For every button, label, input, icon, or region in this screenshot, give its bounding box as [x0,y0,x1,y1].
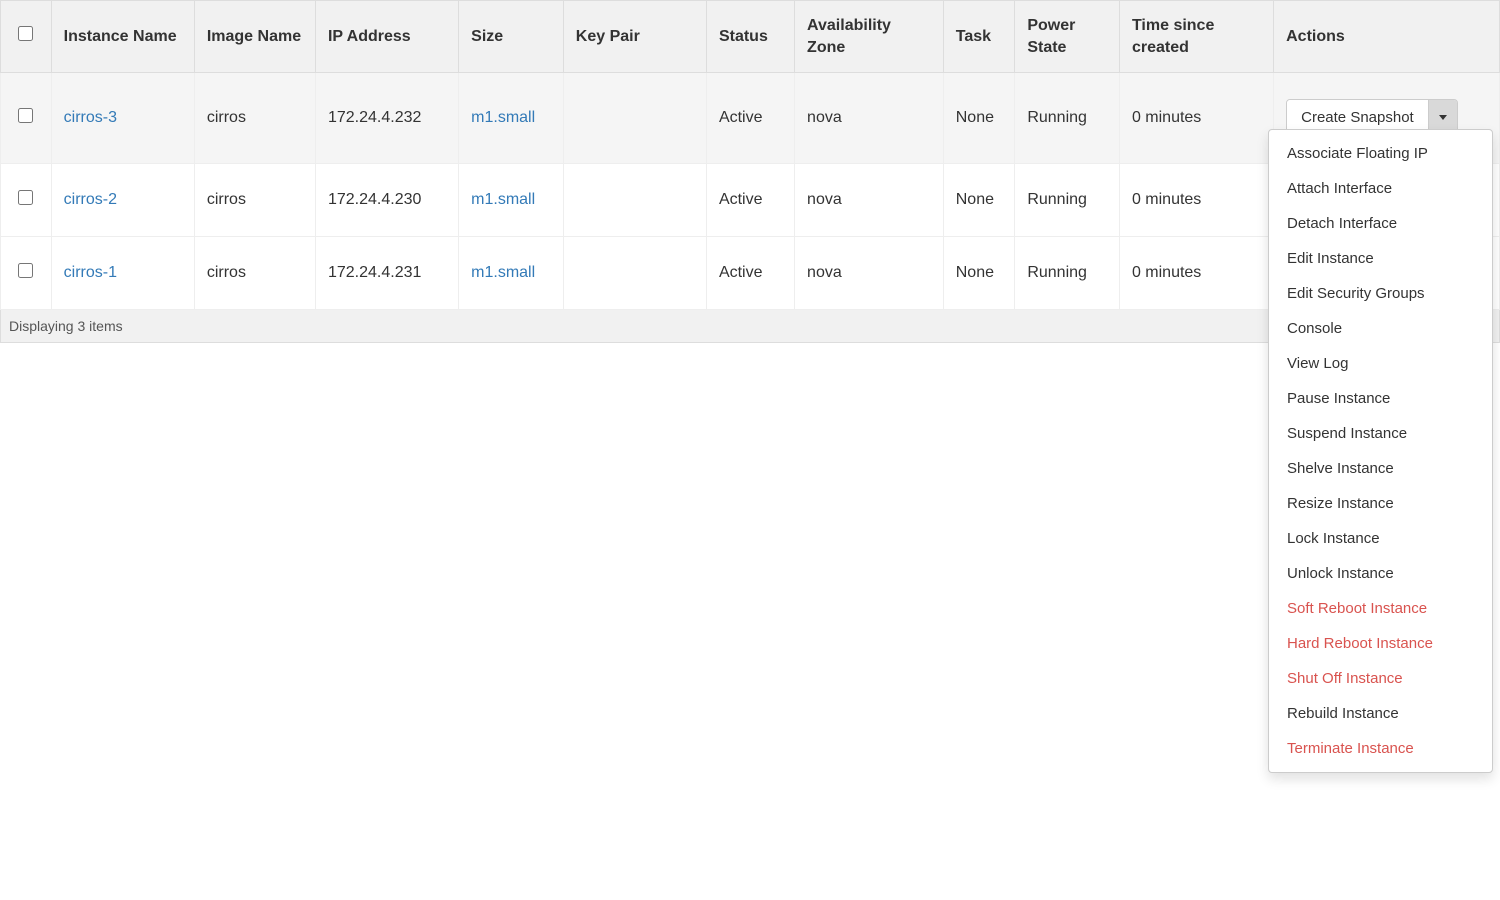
image-name-cell: cirros [194,163,315,236]
dropdown-item[interactable]: Detach Interface [1269,206,1492,241]
dropdown-item[interactable]: Terminate Instance [1269,731,1492,766]
dropdown-item[interactable]: Pause Instance [1269,381,1492,416]
dropdown-item[interactable]: Shelve Instance [1269,451,1492,486]
dropdown-item[interactable]: Edit Instance [1269,241,1492,276]
power-state-cell: Running [1015,163,1120,236]
time-since-created-cell: 0 minutes [1119,163,1273,236]
dropdown-item[interactable]: Lock Instance [1269,521,1492,556]
availability-zone-cell: nova [795,163,944,236]
caret-down-icon [1439,115,1447,120]
header-task[interactable]: Task [943,1,1015,73]
dropdown-item[interactable]: Rebuild Instance [1269,696,1492,731]
dropdown-item[interactable]: Console [1269,311,1492,346]
header-instance-name[interactable]: Instance Name [51,1,194,73]
header-status[interactable]: Status [706,1,794,73]
dropdown-item[interactable]: Edit Security Groups [1269,276,1492,311]
size-link[interactable]: m1.small [471,264,535,281]
time-since-created-cell: 0 minutes [1119,73,1273,164]
header-actions: Actions [1274,1,1500,73]
size-link[interactable]: m1.small [471,109,535,126]
dropdown-item[interactable]: Soft Reboot Instance [1269,591,1492,626]
instances-table: Instance Name Image Name IP Address Size… [0,0,1500,310]
instance-name-link[interactable]: cirros-2 [64,191,117,208]
status-cell: Active [706,73,794,164]
dropdown-item[interactable]: Suspend Instance [1269,416,1492,451]
availability-zone-cell: nova [795,236,944,309]
size-link[interactable]: m1.small [471,191,535,208]
table-header-row: Instance Name Image Name IP Address Size… [1,1,1500,73]
power-state-cell: Running [1015,236,1120,309]
ip-address-cell: 172.24.4.231 [315,236,458,309]
displaying-count: Displaying 3 items [9,318,123,334]
status-cell: Active [706,163,794,236]
status-cell: Active [706,236,794,309]
dropdown-item[interactable]: View Log [1269,346,1492,381]
dropdown-item[interactable]: Shut Off Instance [1269,661,1492,696]
header-power-state[interactable]: Power State [1015,1,1120,73]
power-state-cell: Running [1015,73,1120,164]
row-checkbox[interactable] [18,263,33,278]
key-pair-cell [563,163,706,236]
image-name-cell: cirros [194,73,315,164]
select-all-checkbox[interactable] [18,26,33,41]
row-checkbox[interactable] [18,190,33,205]
row-checkbox[interactable] [18,108,33,123]
instance-name-link[interactable]: cirros-3 [64,109,117,126]
actions-cell: Create SnapshotAssociate Floating IPAtta… [1274,73,1500,164]
dropdown-item[interactable]: Resize Instance [1269,486,1492,521]
header-availability-zone[interactable]: Availability Zone [795,1,944,73]
header-ip-address[interactable]: IP Address [315,1,458,73]
key-pair-cell [563,236,706,309]
task-cell: None [943,236,1015,309]
task-cell: None [943,73,1015,164]
dropdown-item[interactable]: Associate Floating IP [1269,136,1492,171]
ip-address-cell: 172.24.4.232 [315,73,458,164]
instance-name-link[interactable]: cirros-1 [64,264,117,281]
header-key-pair[interactable]: Key Pair [563,1,706,73]
actions-dropdown-menu: Associate Floating IPAttach InterfaceDet… [1268,129,1493,773]
header-time-since-created[interactable]: Time since created [1119,1,1273,73]
availability-zone-cell: nova [795,73,944,164]
image-name-cell: cirros [194,236,315,309]
header-size[interactable]: Size [459,1,564,73]
header-image-name[interactable]: Image Name [194,1,315,73]
dropdown-item[interactable]: Unlock Instance [1269,556,1492,591]
dropdown-item[interactable]: Attach Interface [1269,171,1492,206]
ip-address-cell: 172.24.4.230 [315,163,458,236]
task-cell: None [943,163,1015,236]
key-pair-cell [563,73,706,164]
dropdown-item[interactable]: Hard Reboot Instance [1269,626,1492,661]
table-row: cirros-3 cirros172.24.4.232 m1.small Active… [1,73,1500,164]
time-since-created-cell: 0 minutes [1119,236,1273,309]
